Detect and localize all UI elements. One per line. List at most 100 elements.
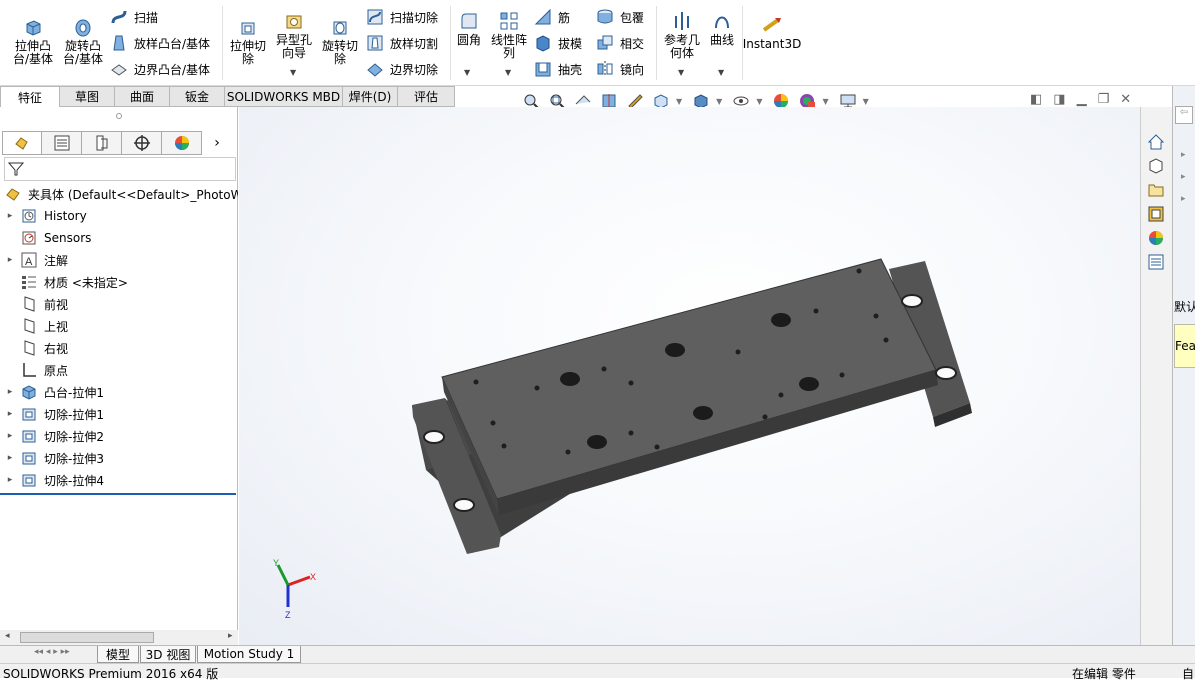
appearances-tab[interactable] [1145,227,1167,249]
reference-geometry-dropdown[interactable]: ▼ [678,68,684,77]
tab-features[interactable]: 特征 [0,86,60,107]
revolve-boss-button[interactable]: 旋转凸台/基体 [60,16,106,66]
tab-dimxpert-manager[interactable] [122,131,162,155]
chevron-right-icon[interactable]: › [202,131,232,155]
tree-item[interactable]: ▸ 切除-拉伸1 [0,403,104,425]
tab-evaluate[interactable]: 评估 [398,86,455,107]
tree-item[interactable]: ▸ 凸台-拉伸1 [0,381,104,403]
tree-item[interactable]: Sensors [0,227,91,249]
rollback-bar[interactable] [0,493,236,495]
fillet-button[interactable]: 圆角 [454,10,484,47]
boundary-boss-button[interactable]: 边界凸台/基体 [110,58,210,80]
loft-boss-button[interactable]: 放样凸台/基体 [110,32,210,54]
expand-arrow-icon[interactable]: ▸ [0,431,20,441]
expand-arrow-icon[interactable]: ▸ [0,387,20,397]
tab-display-manager[interactable] [162,131,202,155]
rib-button[interactable]: 筋 [534,6,570,28]
mirror-button[interactable]: 镜向 [596,58,644,80]
tab-weldments[interactable]: 焊件(D) [343,86,398,107]
tree-horizontal-scrollbar[interactable]: ◂ ▸ [0,630,238,645]
tab-feature-manager[interactable] [2,131,42,155]
fillet-dropdown[interactable]: ▼ [464,68,470,77]
hole-wizard-button[interactable]: 异型孔向导 [272,10,316,60]
swept-cut-button[interactable]: 扫描切除 [366,6,438,28]
expand-arrow-icon[interactable]: ▸ [0,475,20,485]
tile-left-icon[interactable]: ◧ [1030,92,1042,107]
part-model[interactable] [239,107,1140,645]
tree-item[interactable]: 材质 <未指定> [0,271,128,293]
custom-properties-tab[interactable] [1145,251,1167,273]
coordinate-triad[interactable]: X Y Z [264,557,324,627]
graphics-area[interactable]: X Y Z [239,107,1140,645]
home-tab[interactable] [1145,131,1167,153]
tree-item[interactable]: ▸ 切除-拉伸4 [0,469,104,491]
chevron-down-icon[interactable]: ▼ [756,97,762,106]
scrollbar-thumb[interactable] [20,632,154,643]
file-explorer-tab[interactable] [1145,179,1167,201]
draft-button[interactable]: 拔模 [534,32,582,54]
scroll-right-icon[interactable]: ▸ [228,631,233,641]
tab-property-manager[interactable] [42,131,82,155]
chevron-down-icon[interactable]: ▼ [822,97,828,106]
revolve-cut-button[interactable]: 旋转切除 [318,16,362,66]
wrap-button[interactable]: 包覆 [596,6,644,28]
tree-item[interactable]: ▸ 切除-拉伸3 [0,447,104,469]
chevron-right-icon[interactable]: ▸ [1181,172,1186,182]
tab-surfaces[interactable]: 曲面 [115,86,170,107]
tree-root-part[interactable]: 夹具体 (Default<<Default>_PhotoWorks [4,183,238,205]
tree-item[interactable]: ▸ A 注解 [0,249,68,271]
tab-scroll-arrows-icon[interactable]: ◂◂ ◂ ▸ ▸▸ [34,647,70,657]
restore-icon[interactable]: ❐ [1098,92,1110,107]
tree-item[interactable]: 右视 [0,337,68,359]
reference-geometry-button[interactable]: 参考几何体 [660,10,704,60]
tree-item-label: 上视 [44,319,69,334]
sweep-button[interactable]: 扫描 [110,6,158,28]
chevron-down-icon[interactable]: ▼ [716,97,722,106]
instant3d-button[interactable]: Instant3D [743,14,801,51]
expand-arrow-icon[interactable]: ▸ [0,409,20,419]
tree-item[interactable]: 原点 [0,359,68,381]
expand-arrow-icon[interactable]: ▸ [0,255,20,265]
curves-button[interactable]: 曲线 [706,10,738,47]
extrude-boss-button[interactable]: 拉伸凸台/基体 [10,16,56,66]
status-units[interactable]: 自 [1182,665,1194,682]
lofted-cut-button[interactable]: 放样切割 [366,32,438,54]
scroll-left-icon[interactable]: ◂ [5,631,10,641]
tree-item[interactable]: ▸ History [0,205,87,227]
linear-pattern-dropdown[interactable]: ▼ [505,68,511,77]
tab-configuration-manager[interactable] [82,131,122,155]
tree-item[interactable]: 上视 [0,315,68,337]
minimize-icon[interactable]: ▁ [1077,92,1087,107]
loft-boss-icon [113,35,125,51]
expand-arrow-icon[interactable]: ▸ [0,453,20,463]
tree-filter-field[interactable] [4,157,236,181]
chevron-down-icon[interactable]: ▼ [676,97,682,106]
panel-grip-icon[interactable] [116,113,122,119]
back-arrow-icon[interactable]: ⇦ [1175,106,1193,124]
chevron-right-icon[interactable]: ▸ [1181,194,1186,204]
tab-mbd[interactable]: SOLIDWORKS MBD [225,86,343,107]
extrude-cut-button[interactable]: 拉伸切除 [226,16,270,66]
hole-wizard-dropdown[interactable]: ▼ [290,68,296,77]
linear-pattern-button[interactable]: 线性阵列 [488,10,530,60]
expand-arrow-icon[interactable]: ▸ [0,211,20,221]
boundary-cut-button[interactable]: 边界切除 [366,58,438,80]
tree-item[interactable]: ▸ 切除-拉伸2 [0,425,104,447]
svg-text:A: A [25,256,33,268]
shell-button[interactable]: 抽壳 [534,58,582,80]
chevron-right-icon[interactable]: ▸ [1181,150,1186,160]
tab-3d-views[interactable]: 3D 视图 [140,646,196,663]
chevron-down-icon[interactable]: ▼ [863,97,869,106]
curves-dropdown[interactable]: ▼ [718,68,724,77]
tree-item[interactable]: 前视 [0,293,68,315]
revolve-boss-icon [75,19,91,37]
design-library-tab[interactable] [1145,155,1167,177]
close-icon[interactable]: ✕ [1120,92,1131,107]
view-palette-tab[interactable] [1145,203,1167,225]
tab-model[interactable]: 模型 [97,646,139,663]
tile-right-icon[interactable]: ◨ [1053,92,1065,107]
intersect-button[interactable]: 相交 [596,32,644,54]
tab-sheet-metal[interactable]: 钣金 [170,86,225,107]
tab-sketch[interactable]: 草图 [60,86,115,107]
tab-motion-study[interactable]: Motion Study 1 [197,646,301,663]
